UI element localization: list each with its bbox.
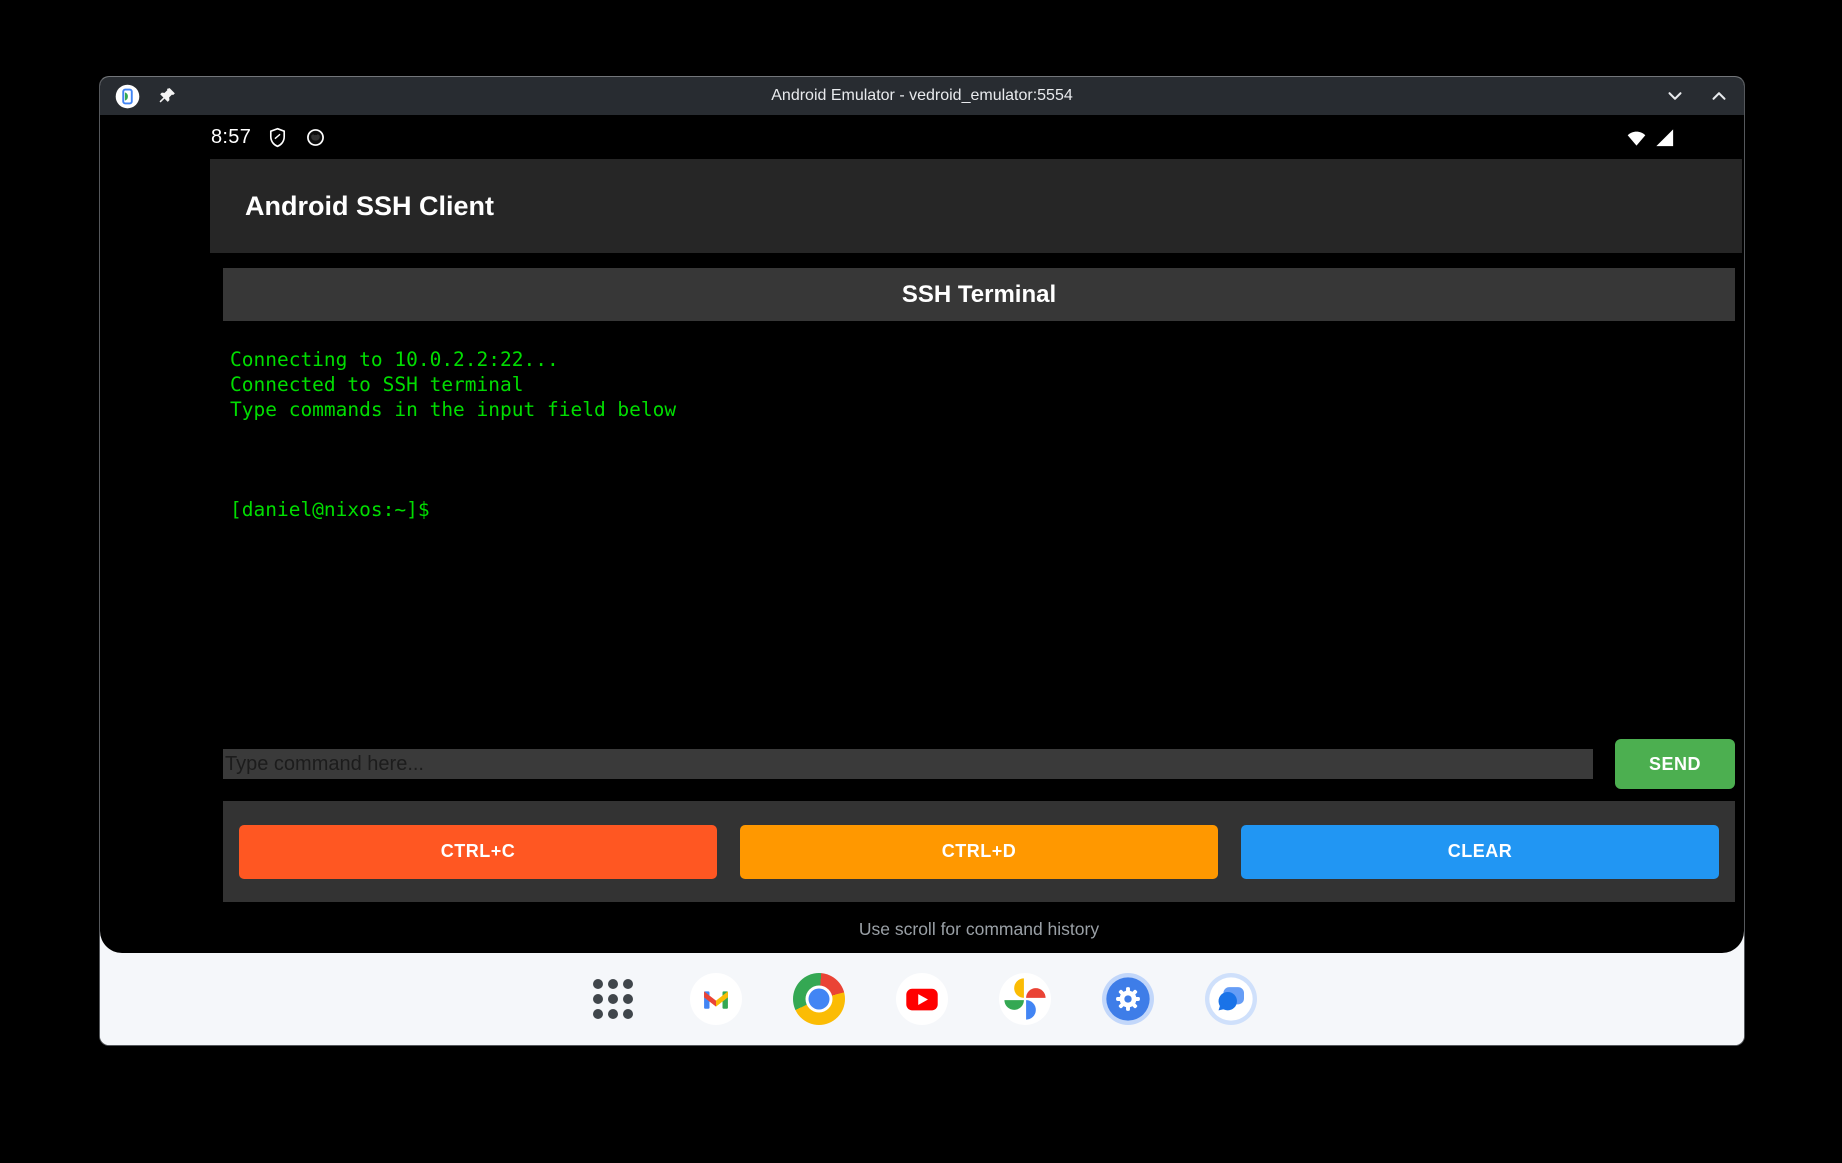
app-toolbar: Android SSH Client [210,159,1742,253]
terminal-header: SSH Terminal [223,268,1735,321]
app-title: Android SSH Client [245,191,494,222]
dock-icon-google-photos[interactable] [999,973,1051,1025]
dock-icon-youtube[interactable] [896,973,948,1025]
ctrl-d-button[interactable]: CTRL+D [740,825,1218,879]
clear-button[interactable]: CLEAR [1241,825,1719,879]
chrome-icon [793,973,845,1025]
window-titlebar[interactable]: Android Emulator - vedroid_emulator:5554 [100,77,1744,115]
gmail-icon [690,973,742,1025]
status-clock: 8:57 [211,126,251,149]
command-input[interactable] [223,749,1593,779]
notification-icon [304,126,327,149]
shield-icon [266,126,289,149]
scroll-hint: Use scroll for command history [223,919,1735,940]
settings-gear-icon [1102,973,1154,1025]
ctrl-c-button[interactable]: CTRL+C [239,825,717,879]
status-bar[interactable]: 8:57 [100,115,1744,159]
app-drawer-icon [591,977,635,1021]
google-photos-icon [999,973,1051,1025]
dock-icon-settings[interactable] [1102,973,1154,1025]
command-input-row: SEND [223,739,1735,789]
dock-icon-gmail[interactable] [690,973,742,1025]
window-title: Android Emulator - vedroid_emulator:5554 [100,87,1744,105]
terminal-output[interactable]: Connecting to 10.0.2.2:22... Connected t… [223,321,1735,739]
control-button-strip: CTRL+C CTRL+D CLEAR [223,801,1735,902]
wifi-icon [1625,126,1648,149]
app-drawer-button[interactable] [587,973,639,1025]
emulator-logo-icon [114,83,141,110]
desktop-background: Android Emulator - vedroid_emulator:5554… [0,0,1842,1163]
terminal-header-label: SSH Terminal [902,281,1056,309]
signal-icon [1653,126,1676,149]
emulator-window: Android Emulator - vedroid_emulator:5554… [99,76,1745,1046]
pin-icon[interactable] [157,86,177,106]
dock-icon-chrome[interactable] [793,973,845,1025]
android-screen: 8:57 [100,115,1744,953]
chevron-up-icon[interactable] [1708,85,1730,107]
dock-icon-messages[interactable] [1205,973,1257,1025]
youtube-icon [896,973,948,1025]
chevron-down-icon[interactable] [1664,85,1686,107]
messages-icon [1205,973,1257,1025]
send-button[interactable]: SEND [1615,739,1735,789]
